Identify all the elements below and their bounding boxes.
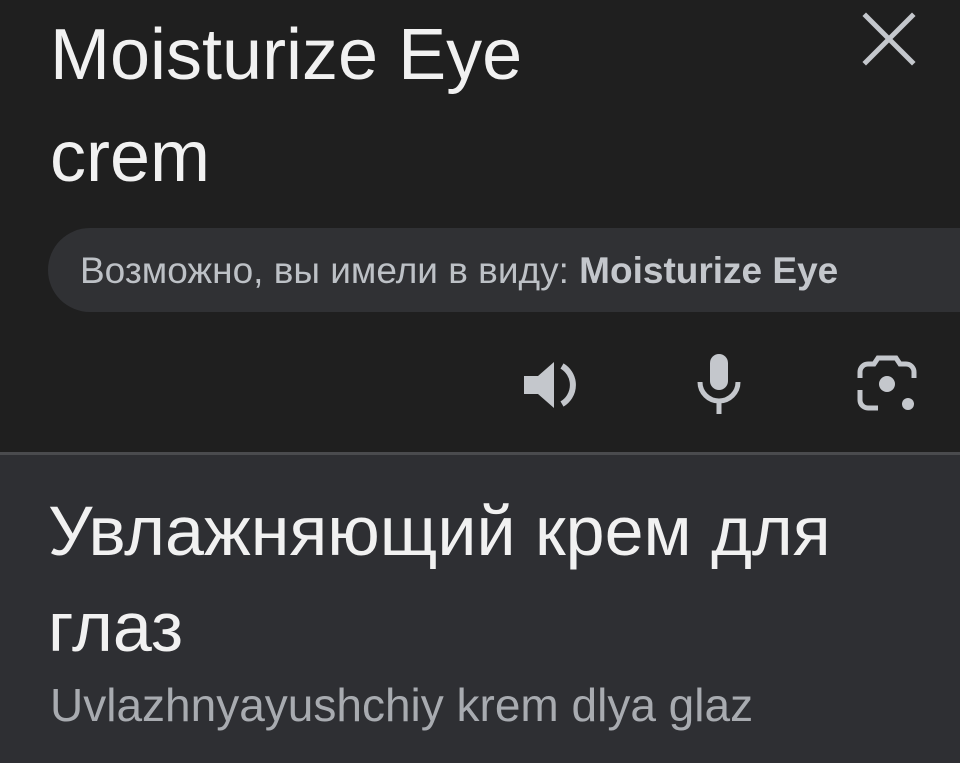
did-you-mean-text: Возможно, вы имели в виду: Moisturize Ey… bbox=[80, 228, 838, 312]
source-text[interactable]: Moisturize Eye crem bbox=[50, 4, 810, 208]
microphone-icon bbox=[697, 354, 741, 414]
microphone-button[interactable] bbox=[684, 350, 754, 420]
camera-icon bbox=[857, 355, 917, 411]
did-you-mean-chip[interactable]: Возможно, вы имели в виду: Moisturize Ey… bbox=[48, 228, 960, 312]
close-button[interactable] bbox=[860, 10, 918, 68]
suggested-term: Moisturize Eye bbox=[579, 250, 839, 291]
close-icon bbox=[862, 12, 916, 66]
did-you-mean-prefix: Возможно, вы имели в виду: bbox=[80, 250, 580, 291]
transliteration-text: Uvlazhnyayushchiy krem dlya glaz bbox=[50, 679, 754, 731]
translation-panel: Увлажняющий крем для глаз Uvlazhnyayushc… bbox=[0, 455, 960, 763]
translation-text: Увлажняющий крем для глаз bbox=[48, 492, 831, 666]
source-panel: Moisturize Eye crem Возможно, вы имели в… bbox=[0, 0, 960, 453]
camera-button[interactable] bbox=[852, 350, 922, 420]
listen-button[interactable] bbox=[518, 350, 588, 420]
speaker-icon bbox=[524, 362, 576, 408]
